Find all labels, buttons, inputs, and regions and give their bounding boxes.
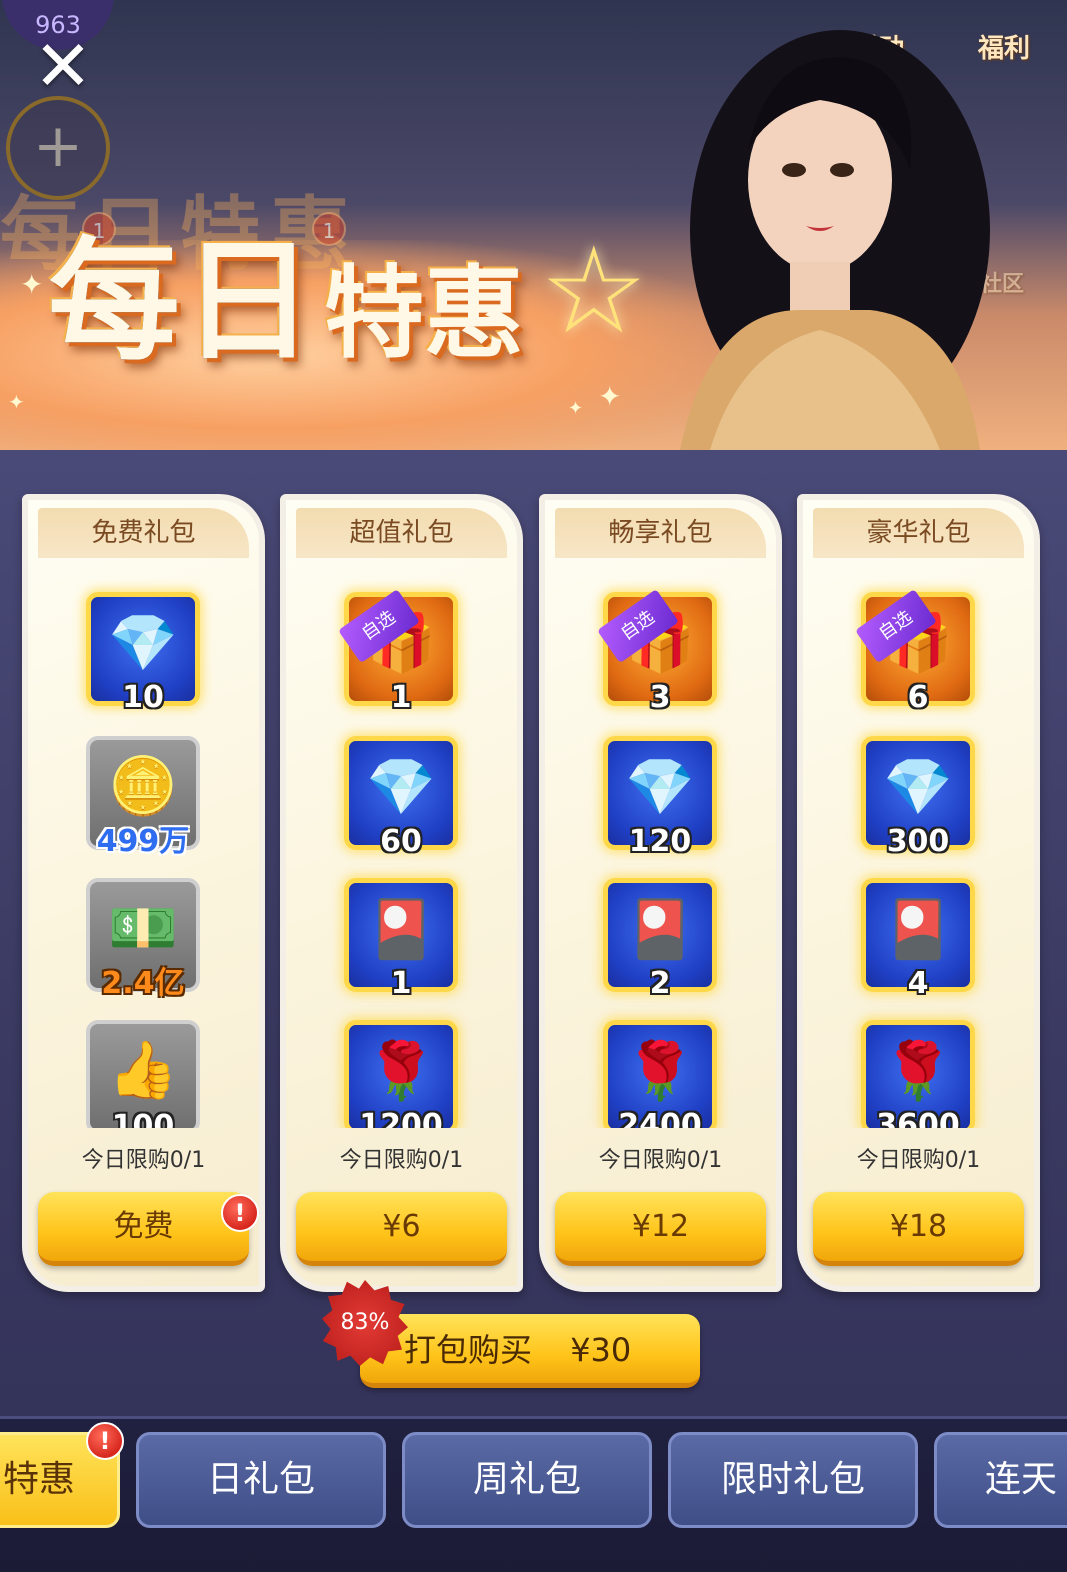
close-button[interactable]: ✕ <box>30 31 96 102</box>
reward-item[interactable]: 🎴 2 <box>603 878 717 1001</box>
reward-quantity: 2.4亿 <box>101 966 185 1001</box>
rose-icon: 🌹 <box>366 1039 436 1104</box>
claim-free-button[interactable]: 免费 <box>38 1192 249 1266</box>
gift-pack-card: 免费礼包 💎 10 🪙 499万 💵 2.4亿 👍 100 今日限购0/1 免费! <box>22 494 265 1292</box>
diamond-icon: 💎 <box>625 755 695 820</box>
purchase-limit: 今日限购0/1 <box>598 1148 723 1173</box>
reward-item[interactable]: 🎴 1 <box>344 878 458 1001</box>
bundle-purchase-button[interactable]: 打包购买 ¥30 <box>360 1314 700 1388</box>
purchase-limit: 今日限购0/1 <box>856 1148 981 1173</box>
purchase-limit: 今日限购0/1 <box>81 1148 206 1173</box>
gift-pack-card: 畅享礼包 🎁 自选 3 💎 120 🎴 2 🌹 2400 今日限购0/1 ¥12 <box>539 494 782 1292</box>
reward-item[interactable]: 👍 100 <box>86 1020 200 1128</box>
reward-quantity: 10 <box>122 680 164 715</box>
reward-item[interactable]: 🌹 3600 <box>861 1020 975 1128</box>
star-icon: ☆ <box>540 222 648 361</box>
diamond-icon: 💎 <box>108 611 178 676</box>
purchase-limit: 今日限购0/1 <box>339 1148 464 1173</box>
reward-quantity: 1 <box>390 966 412 1001</box>
buy-pack-button[interactable]: ¥12 <box>555 1192 766 1266</box>
reward-quantity: 3 <box>649 680 671 715</box>
thumbs-up-icon: 👍 <box>108 1038 178 1103</box>
diamond-icon: 💎 <box>366 755 436 820</box>
tab-consecutive-pack[interactable]: 连天 <box>934 1432 1067 1528</box>
banner-title-sub: 特惠 <box>324 255 524 372</box>
reward-list[interactable]: 💎 10 🪙 499万 💵 2.4亿 👍 100 <box>28 500 259 1128</box>
reward-quantity: 2400 <box>618 1108 702 1128</box>
sparkle-icon: ✦ <box>8 390 25 414</box>
banner-title: 每日 特惠 <box>48 236 524 368</box>
reward-item[interactable]: 🎁 自选 3 <box>597 589 717 715</box>
mystery-card-icon: 🎴 <box>625 897 695 962</box>
reward-quantity: 1 <box>390 680 412 715</box>
reward-item[interactable]: 🎴 4 <box>861 878 975 1001</box>
sparkle-icon: ✦ <box>20 268 44 301</box>
reward-quantity: 120 <box>628 824 692 859</box>
hostess-illustration <box>680 30 990 450</box>
rose-icon: 🌹 <box>625 1039 695 1104</box>
reward-quantity: 60 <box>380 824 422 859</box>
daily-deals-banner: 每日特惠 963 ✕ + 活动 福利 1 1 1 社区 ✦ ✦ ✦ ✦ 每日 特… <box>0 0 1067 450</box>
reward-list[interactable]: 🎁 自选 6 💎 300 🎴 4 🌹 3600 <box>803 500 1034 1128</box>
banknotes-icon: 💵 <box>108 896 178 961</box>
tab-daily-pack[interactable]: 日礼包 <box>136 1432 386 1528</box>
buy-pack-button[interactable]: ¥6 <box>296 1192 507 1266</box>
sparkle-icon: ✦ <box>598 380 622 413</box>
diamond-icon: 💎 <box>883 755 953 820</box>
reward-quantity: 3600 <box>876 1108 960 1128</box>
reward-quantity: 1200 <box>359 1108 443 1128</box>
reward-list[interactable]: 🎁 自选 3 💎 120 🎴 2 🌹 2400 <box>545 500 776 1128</box>
bundle-price: ¥30 <box>570 1331 632 1369</box>
reward-quantity: 4 <box>907 966 929 1001</box>
reward-item[interactable]: 🪙 499万 <box>86 736 200 859</box>
reward-list[interactable]: 🎁 自选 1 💎 60 🎴 1 🌹 1200 <box>286 500 517 1128</box>
bundle-label: 打包购买 <box>404 1331 533 1369</box>
reward-item[interactable]: 🌹 2400 <box>603 1020 717 1128</box>
reward-item[interactable]: 💵 2.4亿 <box>86 878 200 1001</box>
reward-quantity: 100 <box>111 1109 175 1128</box>
add-button[interactable]: + <box>6 96 110 200</box>
gift-pack-card: 豪华礼包 🎁 自选 6 💎 300 🎴 4 🌹 3600 今日限购0/1 ¥18 <box>797 494 1040 1292</box>
reward-quantity: 2 <box>649 966 671 1001</box>
tab-weekly-pack[interactable]: 周礼包 <box>402 1432 652 1528</box>
mystery-card-icon: 🎴 <box>366 897 436 962</box>
reward-quantity: 499万 <box>96 824 190 859</box>
rose-icon: 🌹 <box>883 1039 953 1104</box>
reward-item[interactable]: 💎 120 <box>603 736 717 859</box>
gold-coins-icon: 🪙 <box>108 754 178 819</box>
banner-title-main: 每日 <box>48 225 316 379</box>
reward-quantity: 300 <box>886 824 950 859</box>
reward-item[interactable]: 💎 300 <box>861 736 975 859</box>
reward-item[interactable]: 🌹 1200 <box>344 1020 458 1128</box>
reward-item[interactable]: 🎁 自选 6 <box>855 589 975 715</box>
gift-pack-card: 超值礼包 🎁 自选 1 💎 60 🎴 1 🌹 1200 今日限购0/1 ¥6 <box>280 494 523 1292</box>
sparkle-icon: ✦ <box>568 398 584 419</box>
alert-badge: ! <box>221 1194 259 1232</box>
reward-item[interactable]: 🎁 自选 1 <box>338 589 458 715</box>
tab-alert-badge: ! <box>86 1422 124 1460</box>
tab-limited-pack[interactable]: 限时礼包 <box>668 1432 918 1528</box>
buy-pack-button[interactable]: ¥18 <box>813 1192 1024 1266</box>
reward-quantity: 6 <box>907 680 929 715</box>
reward-item[interactable]: 💎 60 <box>344 736 458 859</box>
reward-item[interactable]: 💎 10 <box>86 592 200 715</box>
mystery-card-icon: 🎴 <box>883 897 953 962</box>
